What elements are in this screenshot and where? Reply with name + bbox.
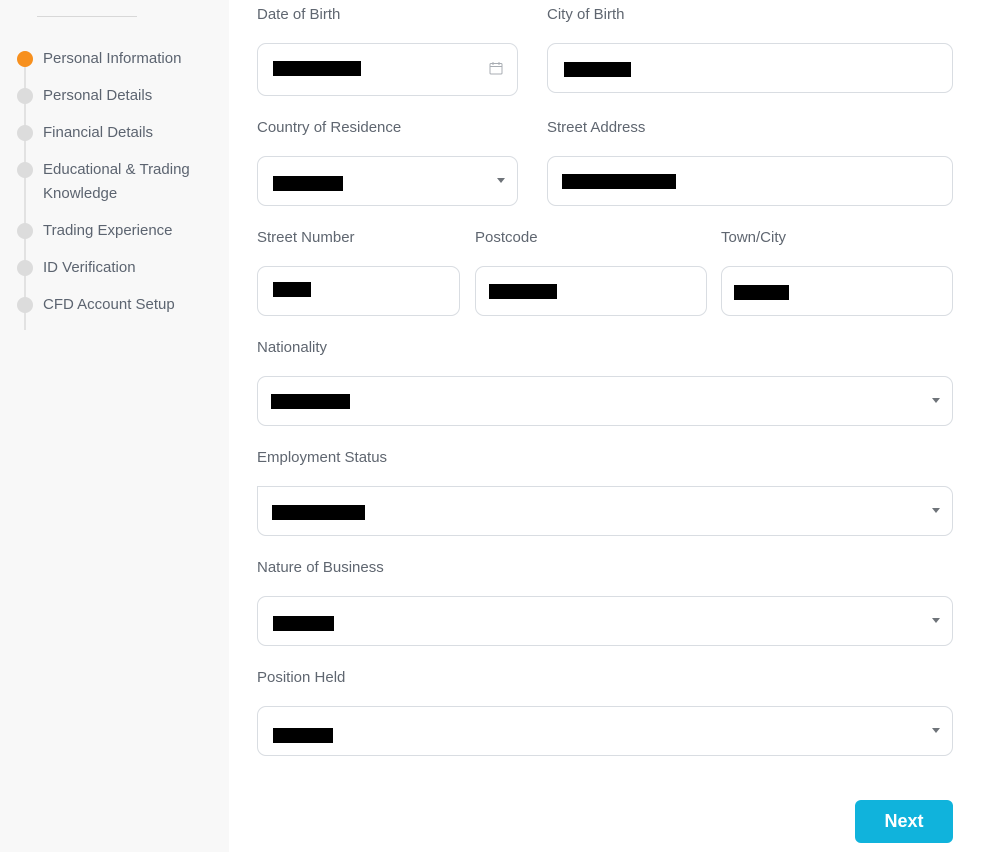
city-of-birth-label: City of Birth [547, 6, 625, 23]
city-of-birth-field[interactable] [547, 43, 953, 93]
redacted-value [734, 285, 789, 300]
street-number-field[interactable] [257, 266, 460, 316]
employment-status-label: Employment Status [257, 449, 388, 466]
street-address-label: Street Address [547, 119, 646, 136]
date-of-birth-label: Date of Birth [257, 6, 341, 23]
step-label: CFD Account Setup [43, 296, 175, 313]
chevron-down-icon [932, 618, 940, 623]
chevron-down-icon [932, 398, 940, 403]
step-label: Trading Experience [43, 222, 173, 239]
step-label: ID Verification [43, 259, 136, 276]
nationality-select[interactable] [257, 376, 953, 426]
step-label: Financial Details [43, 124, 154, 141]
redacted-value [489, 284, 557, 299]
country-of-residence-label: Country of Residence [257, 119, 402, 136]
date-of-birth-field[interactable] [257, 43, 518, 96]
stepper-sidebar: Personal Information Personal Details Fi… [0, 0, 229, 852]
calendar-icon[interactable] [489, 61, 503, 75]
redacted-value [273, 282, 311, 297]
step-active-dot [17, 51, 33, 67]
country-of-residence-select[interactable] [257, 156, 518, 206]
postcode-field[interactable] [475, 266, 707, 316]
step-label: Personal Information [43, 50, 182, 67]
employment-status-select[interactable] [257, 486, 953, 536]
street-number-label: Street Number [257, 229, 355, 246]
redacted-value [562, 174, 676, 189]
chevron-down-icon [932, 728, 940, 733]
street-address-field[interactable] [547, 156, 953, 206]
redacted-value [564, 62, 631, 77]
step-dot [17, 88, 33, 104]
town-city-label: Town/City [721, 229, 787, 246]
chevron-down-icon [932, 508, 940, 513]
redacted-value [273, 176, 343, 191]
nature-of-business-label: Nature of Business [257, 559, 384, 576]
step-dot [17, 260, 33, 276]
next-button[interactable]: Next [855, 800, 953, 843]
nationality-label: Nationality [257, 339, 328, 356]
chevron-down-icon [497, 178, 505, 183]
nature-of-business-select[interactable] [257, 596, 953, 646]
position-held-select[interactable] [257, 706, 953, 756]
divider [37, 16, 137, 17]
redacted-value [273, 728, 333, 743]
redacted-value [272, 505, 365, 520]
redacted-value [273, 616, 334, 631]
step-label: Educational & Trading Knowledge [43, 161, 190, 202]
step-dot [17, 297, 33, 313]
position-held-label: Position Held [257, 669, 346, 686]
step-dot [17, 125, 33, 141]
town-city-field[interactable] [721, 266, 953, 316]
postcode-label: Postcode [475, 229, 538, 246]
step-dot [17, 162, 33, 178]
step-dot [17, 223, 33, 239]
step-label: Personal Details [43, 87, 153, 104]
redacted-value [273, 61, 361, 76]
redacted-value [271, 394, 350, 409]
